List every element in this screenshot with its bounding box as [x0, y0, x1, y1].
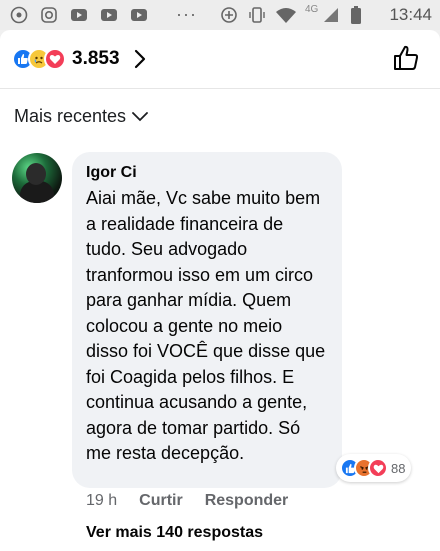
reaction-count: 3.853: [72, 48, 120, 69]
battery-icon: [351, 6, 361, 24]
post-reactions-summary[interactable]: 3.853: [12, 46, 148, 72]
comment-reaction-count: 88: [391, 460, 406, 476]
youtube-notification-icon-2: [101, 9, 117, 21]
chevron-down-icon: [132, 111, 148, 121]
header-divider: [0, 88, 440, 89]
youtube-notification-icon-3: [131, 9, 147, 21]
status-bar: ··· 4G 13:44: [0, 0, 440, 30]
signal-icon: [324, 8, 338, 22]
instagram-notification-icon: [41, 7, 57, 23]
comment-bubble[interactable]: Igor Ci Aiai mãe, Vc sabe muito bem a re…: [72, 152, 342, 488]
comment-reactions[interactable]: 88: [336, 454, 412, 482]
comment-author[interactable]: Igor Ci: [86, 164, 328, 182]
commenter-avatar[interactable]: [12, 153, 62, 203]
app-notification-icon: [10, 6, 28, 24]
view-more-replies-link[interactable]: Ver mais 140 respostas: [86, 524, 263, 542]
comment-text: Aiai mãe, Vc sabe muito bem a realidade …: [86, 188, 326, 463]
chevron-right-icon: [134, 49, 145, 69]
love-reaction-icon: [44, 48, 66, 70]
more-notifications-icon: ···: [176, 4, 197, 24]
youtube-notification-icon: [71, 9, 87, 21]
wifi-icon: [276, 8, 296, 23]
comment-time: 19 h: [86, 492, 118, 509]
status-time: 13:44: [389, 5, 432, 24]
sort-label: Mais recentes: [14, 106, 127, 126]
data-saver-icon: [221, 7, 237, 23]
sort-dropdown[interactable]: Mais recentes: [14, 106, 148, 127]
like-post-button[interactable]: [392, 44, 420, 72]
vibrate-icon: [249, 7, 265, 23]
comment-actions: 19 h Curtir Responder: [86, 492, 288, 510]
like-comment-button[interactable]: Curtir: [139, 492, 183, 510]
network-type-label: 4G: [305, 4, 319, 15]
love-reaction-icon: [368, 458, 388, 478]
reply-button[interactable]: Responder: [205, 492, 289, 510]
